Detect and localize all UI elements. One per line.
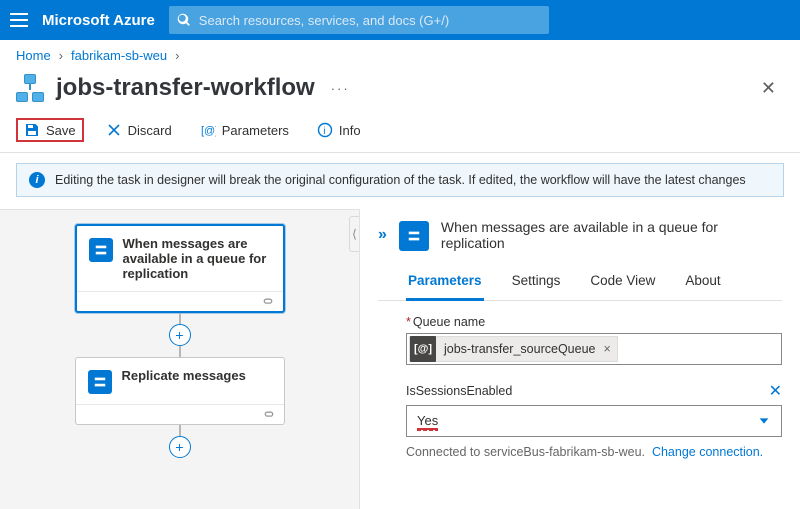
main-area: When messages are available in a queue f… bbox=[0, 209, 800, 509]
banner-text: Editing the task in designer will break … bbox=[55, 173, 746, 187]
chevron-right-icon: › bbox=[59, 48, 63, 63]
queue-token[interactable]: [@] jobs-transfer_sourceQueue × bbox=[409, 336, 618, 362]
tab-codeview[interactable]: Code View bbox=[588, 265, 657, 300]
save-icon bbox=[24, 122, 40, 138]
action-title: Replicate messages bbox=[122, 368, 246, 383]
tab-about[interactable]: About bbox=[683, 265, 722, 300]
menu-icon[interactable] bbox=[10, 13, 28, 27]
page-header: jobs-transfer-workflow ··· ✕ bbox=[0, 70, 800, 112]
remove-field-icon[interactable]: ✕ bbox=[769, 381, 782, 401]
close-button[interactable]: ✕ bbox=[761, 78, 784, 99]
add-step-button[interactable]: + bbox=[169, 436, 191, 458]
page-title: jobs-transfer-workflow bbox=[56, 74, 315, 102]
search-input[interactable] bbox=[199, 13, 541, 28]
breadcrumb-home[interactable]: Home bbox=[16, 48, 51, 63]
properties-panel: » When messages are available in a queue… bbox=[360, 209, 800, 509]
breadcrumb-parent[interactable]: fabrikam-sb-weu bbox=[71, 48, 167, 63]
queue-name-field: *Queue name [@] jobs-transfer_sourceQueu… bbox=[378, 315, 782, 365]
tab-parameters[interactable]: Parameters bbox=[406, 265, 484, 301]
connection-text: Connected to serviceBus-fabrikam-sb-weu. bbox=[406, 445, 645, 459]
collapse-handle[interactable] bbox=[349, 216, 359, 252]
connection-icon bbox=[261, 295, 275, 309]
action-card[interactable]: Replicate messages bbox=[75, 357, 285, 425]
sessions-value: Yes bbox=[417, 413, 438, 430]
connection-note: Connected to serviceBus-fabrikam-sb-weu.… bbox=[378, 445, 782, 459]
info-icon: i bbox=[29, 172, 45, 188]
top-bar: Microsoft Azure bbox=[0, 0, 800, 40]
trigger-title: When messages are available in a queue f… bbox=[123, 236, 271, 281]
queue-name-input[interactable]: [@] jobs-transfer_sourceQueue × bbox=[406, 333, 782, 365]
svg-text:[@]: [@] bbox=[201, 125, 216, 137]
connection-icon bbox=[262, 408, 276, 422]
collapse-panel-icon[interactable]: » bbox=[378, 226, 387, 244]
sessions-select[interactable]: Yes bbox=[406, 405, 782, 437]
queue-token-text: jobs-transfer_sourceQueue bbox=[444, 342, 595, 356]
search-icon bbox=[177, 13, 191, 27]
save-label: Save bbox=[46, 123, 76, 138]
breadcrumb: Home › fabrikam-sb-weu › bbox=[0, 40, 800, 70]
warning-banner: i Editing the task in designer will brea… bbox=[16, 163, 784, 197]
discard-label: Discard bbox=[128, 123, 172, 138]
info-button[interactable]: i Info bbox=[311, 118, 367, 142]
designer-canvas[interactable]: When messages are available in a queue f… bbox=[0, 209, 360, 509]
card-footer bbox=[76, 404, 284, 424]
variable-icon: [@] bbox=[410, 336, 436, 362]
discard-button[interactable]: Discard bbox=[100, 118, 178, 142]
panel-tabs: Parameters Settings Code View About bbox=[378, 265, 782, 301]
parameters-label: Parameters bbox=[222, 123, 289, 138]
panel-title: When messages are available in a queue f… bbox=[441, 219, 782, 251]
queue-name-label: *Queue name bbox=[406, 315, 782, 329]
add-step-button[interactable]: + bbox=[169, 324, 191, 346]
parameters-button[interactable]: [@] Parameters bbox=[194, 118, 295, 142]
sessions-label: IsSessionsEnabled bbox=[406, 384, 759, 398]
workflow-icon bbox=[16, 74, 44, 102]
card-footer bbox=[77, 291, 283, 311]
chevron-down-icon bbox=[757, 414, 771, 428]
brand: Microsoft Azure bbox=[42, 12, 155, 29]
servicebus-icon bbox=[399, 221, 429, 251]
sessions-field: IsSessionsEnabled ✕ Yes bbox=[378, 381, 782, 437]
info-label: Info bbox=[339, 123, 361, 138]
svg-text:i: i bbox=[323, 126, 325, 137]
close-icon bbox=[106, 122, 122, 138]
chevron-right-icon: › bbox=[175, 48, 179, 63]
remove-token-icon[interactable]: × bbox=[603, 342, 610, 356]
toolbar: Save Discard [@] Parameters i Info bbox=[0, 112, 800, 153]
servicebus-icon bbox=[89, 238, 113, 262]
trigger-card[interactable]: When messages are available in a queue f… bbox=[75, 224, 285, 313]
global-search[interactable] bbox=[169, 6, 549, 34]
info-icon: i bbox=[317, 122, 333, 138]
servicebus-icon bbox=[88, 370, 112, 394]
save-button[interactable]: Save bbox=[16, 118, 84, 142]
change-connection-link[interactable]: Change connection. bbox=[652, 445, 763, 459]
more-button[interactable]: ··· bbox=[327, 81, 350, 96]
tab-settings[interactable]: Settings bbox=[510, 265, 563, 300]
parameters-icon: [@] bbox=[200, 122, 216, 138]
panel-header: » When messages are available in a queue… bbox=[378, 219, 782, 251]
